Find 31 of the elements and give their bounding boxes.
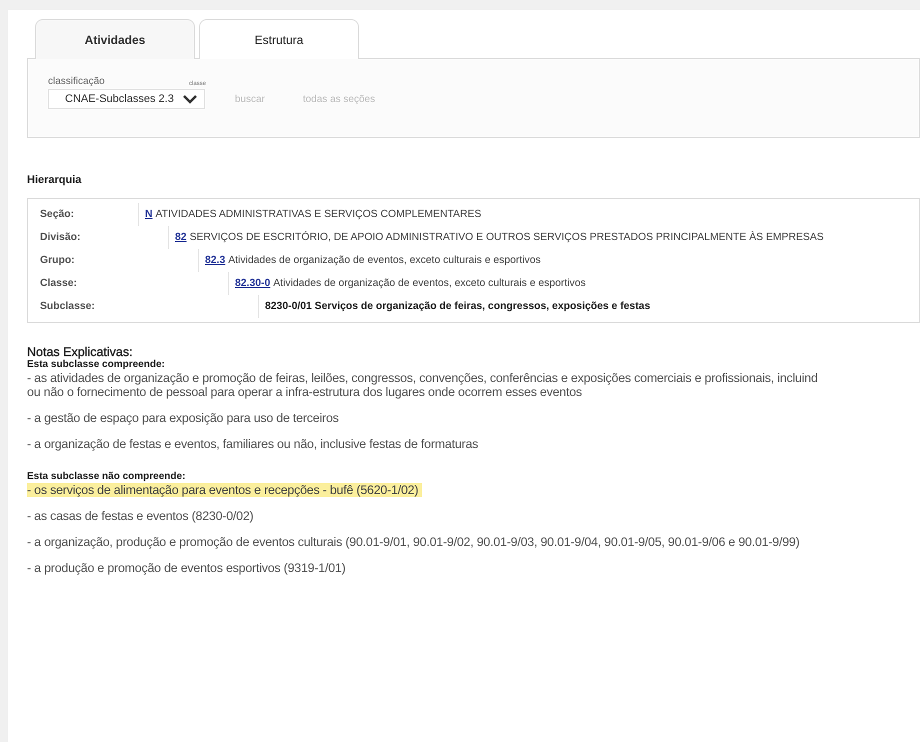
highlighted-note-text: - os serviços de alimentação para eventos e recepções - bufê (5620-1/02) xyxy=(27,483,422,497)
code-link[interactable]: 82.30-0 xyxy=(235,278,270,289)
level-label: Divisão: xyxy=(39,232,82,243)
select-value: CNAE-Subclasses 2.3 xyxy=(65,93,174,105)
level-name: 8230-0/01 Serviços de organização de feiras, congressos, exposições e festas xyxy=(265,301,650,312)
level-name: Atividades de organização de eventos, exceto culturais e esportivos xyxy=(228,255,541,266)
notes-subheading: Esta subclasse não compreende: xyxy=(27,471,186,482)
level-name: SERVIÇOS DE ESCRITÓRIO, DE APOIO ADMINISTRATIVO E OUTROS SERVIÇOS PRESTADOS PRINCIPALMENTE ÀS EMPRESAS xyxy=(190,232,824,243)
note-text: - a organização de festas e eventos, familiares ou não, inclusive festas de formaturas xyxy=(27,437,478,451)
note-text: - a produção e promoção de eventos esportivos (9319-1/01) xyxy=(27,561,346,575)
level-label: Grupo: xyxy=(39,255,76,266)
field-label: classificação xyxy=(48,76,105,87)
code-link[interactable]: 82 xyxy=(175,232,187,243)
code-link[interactable]: N xyxy=(145,209,153,220)
note-text: - a gestão de espaço para exposição para uso de terceiros xyxy=(27,411,339,425)
note-text: - a organização, produção e promoção de eventos culturais (90.01-9/01, 90.01-9/02, 90.01-9/03, 90.01-9/04, 90.01-9/05, 90.01-9/06 e 90.01-9/99) xyxy=(27,535,800,549)
level-label: Subclasse: xyxy=(39,301,96,312)
notes-subheading: Esta subclasse compreende: xyxy=(27,359,166,370)
level-label: Classe: xyxy=(39,278,78,289)
level-name: Atividades de organização de eventos, exceto culturais e esportivos xyxy=(273,278,586,289)
note-text: - as casas de festas e eventos (8230-0/02) xyxy=(27,509,254,523)
note-text: - as atividades de organização e promoção de feiras, leilões, congressos, convenções, conferências e exposições comerciais e profissionais, incluind xyxy=(27,371,818,385)
tab[interactable]: Atividades xyxy=(35,19,195,59)
note-text: ou não o fornecimento de pessoal para operar a infra-estrutura dos lugares onde ocorrem esses eventos xyxy=(27,385,582,399)
notes-heading: Notas Explicativas: xyxy=(27,345,134,359)
code-link[interactable]: 82.3 xyxy=(205,255,226,266)
chevron-down-icon xyxy=(182,94,198,104)
section-heading: Hierarquia xyxy=(27,174,82,186)
tab[interactable]: Estrutura xyxy=(199,19,359,59)
level-label: Seção: xyxy=(39,209,76,220)
level-name: ATIVIDADES ADMINISTRATIVAS E SERVIÇOS COMPLEMENTARES xyxy=(156,209,482,220)
